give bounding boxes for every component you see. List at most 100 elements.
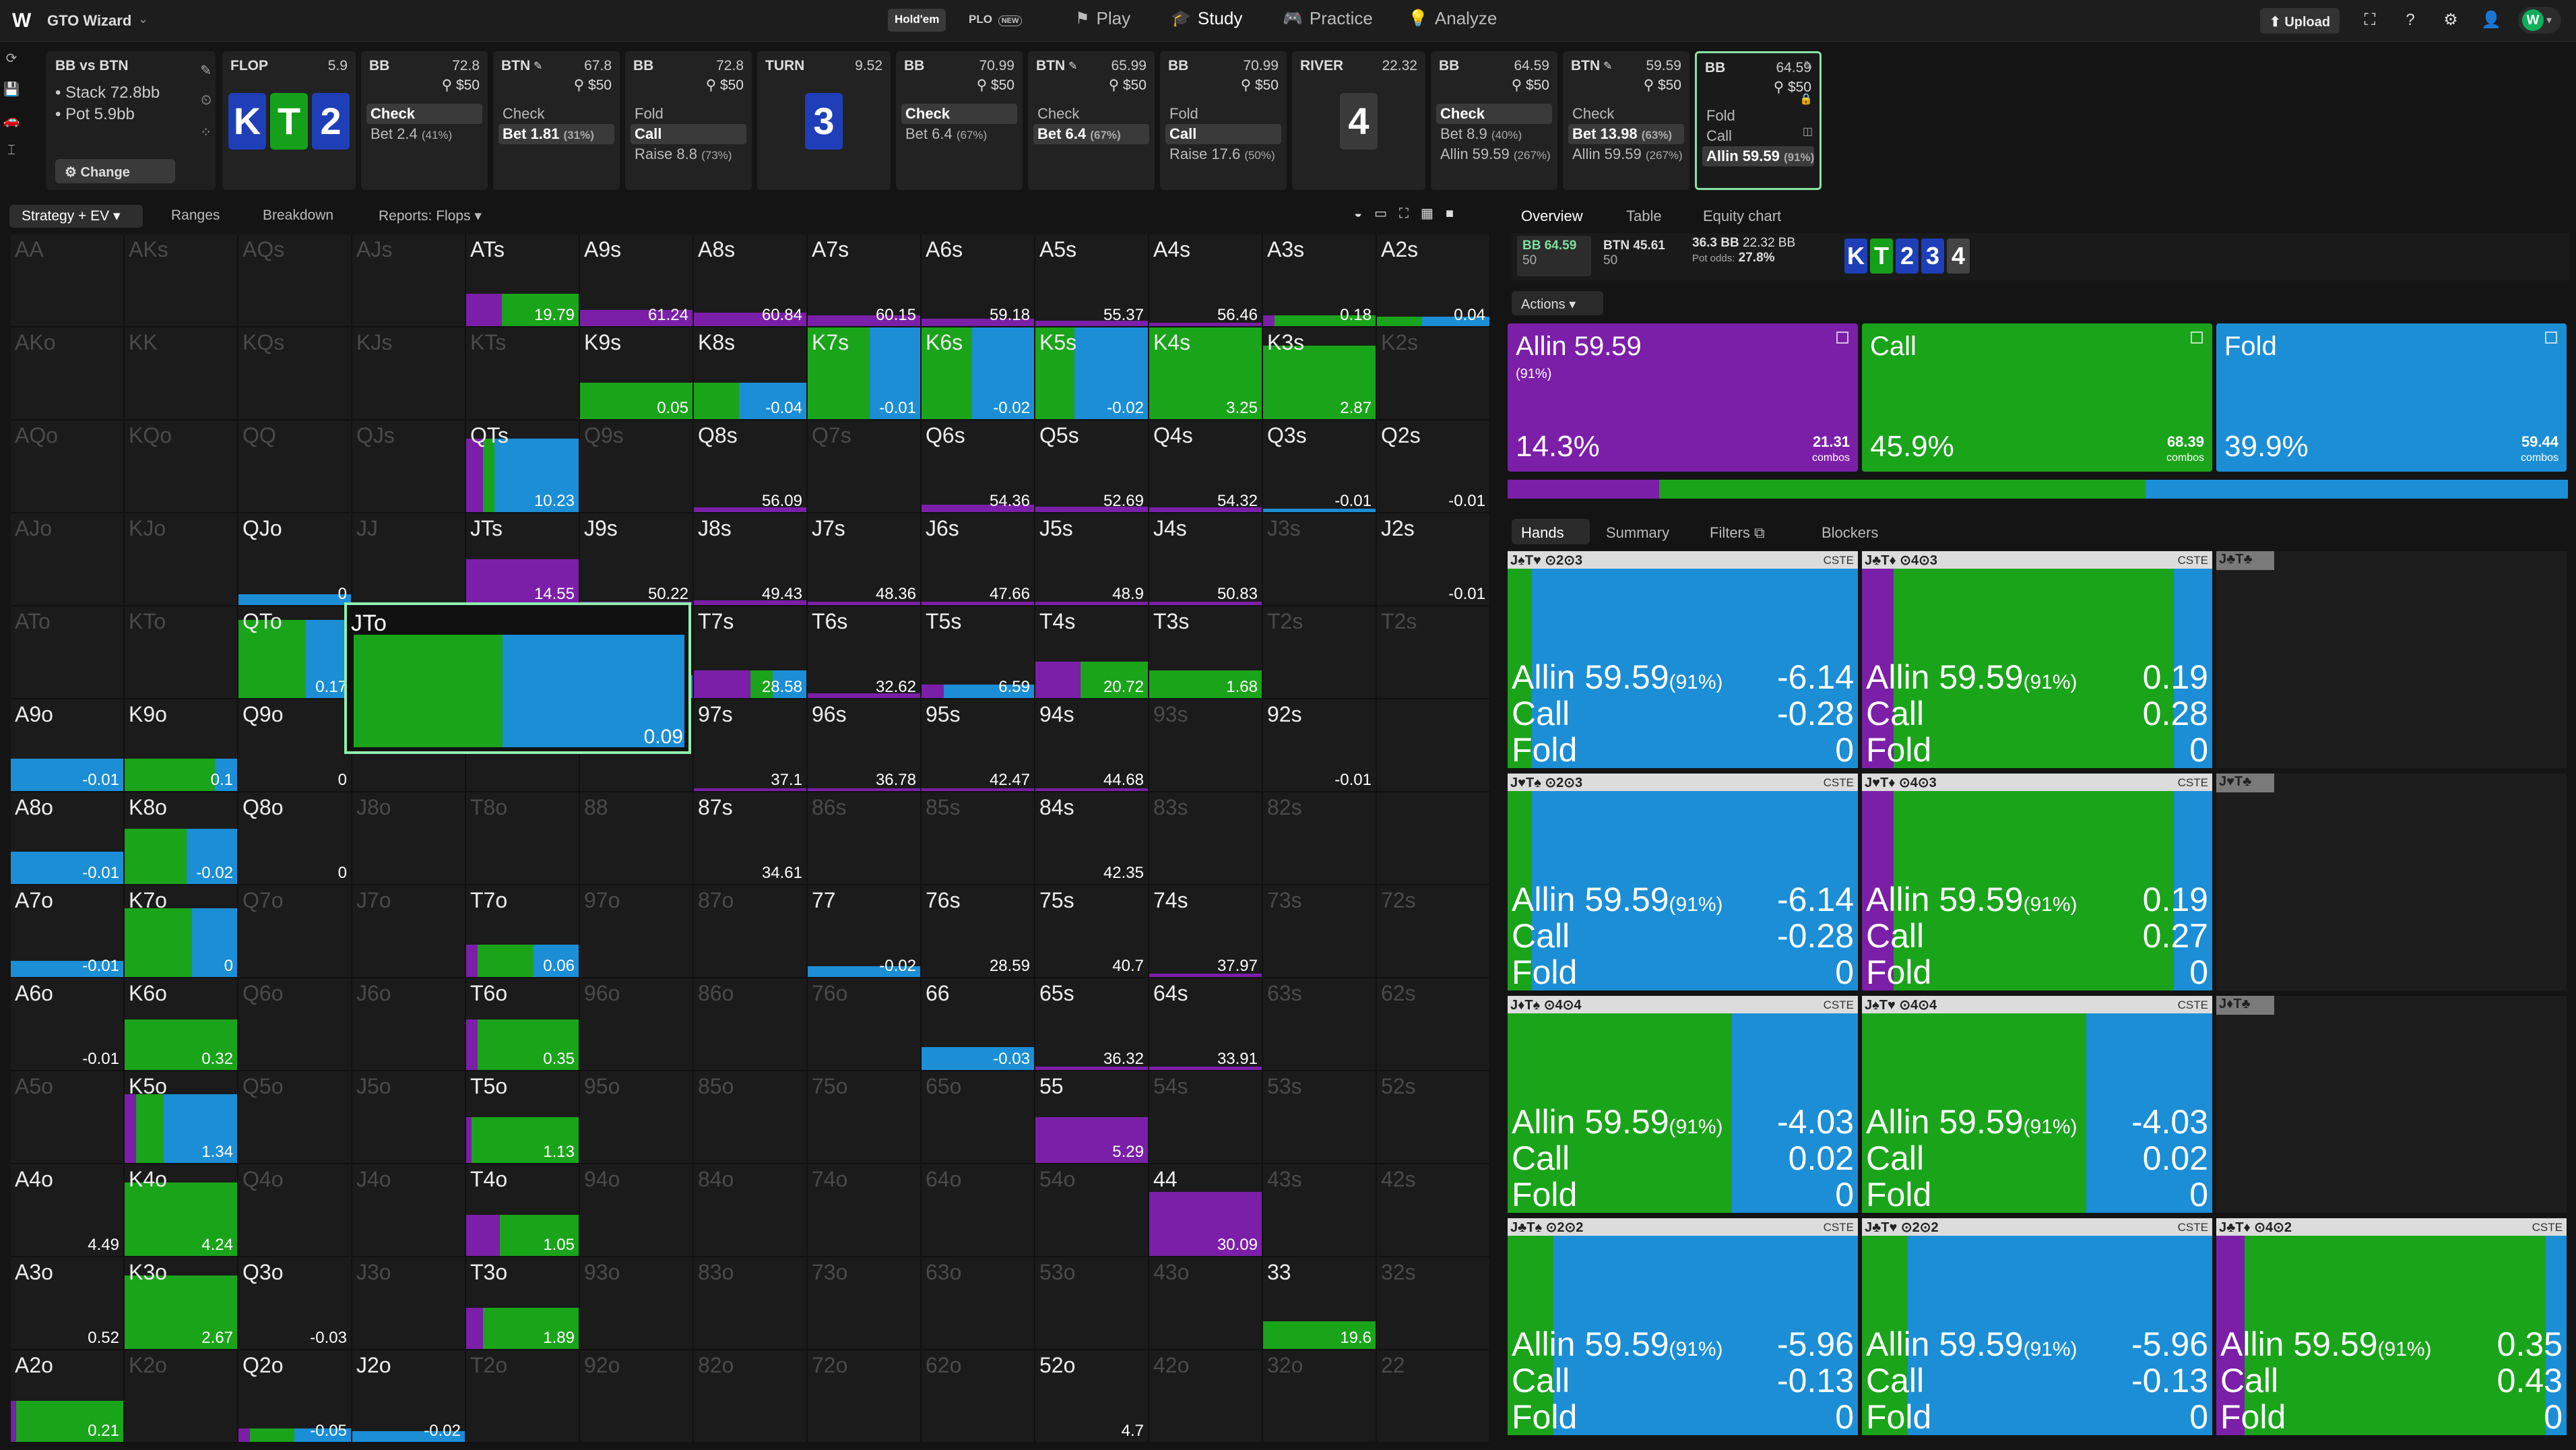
app-logo[interactable]: W <box>12 9 31 32</box>
hand-cell[interactable]: T6s 32.62 <box>808 606 922 699</box>
hand-cell[interactable]: J7o <box>352 885 466 978</box>
hand-cell[interactable]: Q2o -0.05 <box>238 1350 352 1443</box>
hand-cell[interactable]: Q7o <box>238 885 352 978</box>
gear-icon[interactable]: ⚙ <box>2439 8 2463 32</box>
hand-cell[interactable]: Q2s -0.01 <box>1377 420 1491 513</box>
action-node-5[interactable]: BB 70.99 ⚲ $50 Check Bet 6.4 (67%) <box>896 51 1023 190</box>
hand-cell[interactable]: Q4o <box>238 1164 352 1257</box>
hand-cell[interactable]: J5o <box>352 1071 466 1164</box>
hand-cell[interactable]: J8o <box>352 792 466 885</box>
hand-cell[interactable]: QTs 10.23 <box>466 420 580 513</box>
action-option[interactable]: Call <box>1702 126 1814 146</box>
hand-cell[interactable]: Q3s -0.01 <box>1263 420 1377 513</box>
hand-cell[interactable]: 94s 44.68 <box>1035 699 1149 792</box>
hand-cell[interactable]: 85s <box>922 792 1035 885</box>
hand-combo-card[interactable]: J♠T♥ ⊙4⊙4 CSTE Allin 59.59(91%) -4.03 Call… <box>1862 996 2212 1213</box>
action-node-7[interactable]: BB 70.99 ⚲ $50 Fold Call Raise 17.6 (50%) <box>1160 51 1287 190</box>
hand-cell[interactable]: 54s <box>1149 1071 1263 1164</box>
hand-cell[interactable]: KJs <box>352 327 466 420</box>
hand-cell[interactable]: AQs <box>238 234 352 327</box>
action-option[interactable]: Call <box>1165 124 1281 144</box>
hand-cell[interactable]: J9s 50.22 <box>580 513 694 606</box>
hand-cell[interactable]: AJs <box>352 234 466 327</box>
hand-cell[interactable]: 52o 4.7 <box>1035 1350 1149 1443</box>
hand-cell[interactable]: T5s 6.59 <box>922 606 1035 699</box>
edit-icon[interactable]: ✎ <box>534 59 542 73</box>
action-card-allin[interactable]: Allin 59.59 (91%) 14.3% 21.31 combos <box>1508 323 1858 472</box>
hand-cell[interactable]: 94o <box>580 1164 694 1257</box>
action-node-10[interactable]: BTN ✎ 59.59 ⚲ $50 Check Bet 13.98 (63%) Al… <box>1563 51 1689 190</box>
dots-icon[interactable]: ⁘ <box>200 124 212 141</box>
hand-cell[interactable]: KK <box>125 327 238 420</box>
expand-icon[interactable] <box>2545 332 2557 344</box>
hand-cell[interactable]: A8s 60.84 <box>694 234 808 327</box>
hand-cell[interactable]: 64s 33.91 <box>1149 978 1263 1071</box>
hand-cell[interactable]: T5o 1.13 <box>466 1071 580 1164</box>
hand-combo-empty[interactable]: J♣T♣ <box>2216 551 2567 768</box>
hand-cell[interactable]: 74o <box>808 1164 922 1257</box>
chevron-down-icon[interactable]: ⌄ <box>138 12 148 26</box>
expand-icon[interactable] <box>2191 332 2203 344</box>
hand-cell[interactable]: 63o <box>922 1257 1035 1350</box>
hand-cell[interactable]: 43o <box>1149 1257 1263 1350</box>
hand-cell[interactable]: KTs <box>466 327 580 420</box>
action-option[interactable]: Bet 2.4 (41%) <box>366 124 482 144</box>
hand-cell[interactable]: T2o <box>466 1350 580 1443</box>
action-option[interactable]: Check <box>1436 104 1552 124</box>
hand-cell[interactable]: KTo <box>125 606 238 699</box>
hand-cell[interactable]: A4s 56.46 <box>1149 234 1263 327</box>
hand-cell[interactable]: K3s 2.87 <box>1263 327 1377 420</box>
action-option[interactable]: Raise 17.6 (50%) <box>1165 144 1281 164</box>
hand-cell[interactable]: 65o <box>922 1071 1035 1164</box>
hand-cell[interactable]: AKo <box>11 327 125 420</box>
hand-combo-card[interactable]: J♦T♠ ⊙4⊙4 CSTE Allin 59.59(91%) -4.03 Call… <box>1508 996 1858 1213</box>
hand-cell[interactable]: 33 19.6 <box>1263 1257 1377 1350</box>
hand-cell[interactable]: 82s <box>1263 792 1377 885</box>
hand-cell[interactable]: 93o <box>580 1257 694 1350</box>
edit-icon[interactable]: ✎ <box>1068 59 1077 73</box>
hand-cell[interactable]: 75s 40.7 <box>1035 885 1149 978</box>
hand-combo-card[interactable]: J♥T♠ ⊙2⊙3 CSTE Allin 59.59(91%) -6.14 Call… <box>1508 774 1858 990</box>
hand-cell[interactable]: 64o <box>922 1164 1035 1257</box>
app-name[interactable]: GTO Wizard <box>47 12 131 30</box>
action-option[interactable]: Fold <box>1702 106 1814 126</box>
hand-cell[interactable]: KQs <box>238 327 352 420</box>
hand-cell[interactable]: T7o 0.06 <box>466 885 580 978</box>
hand-cell[interactable]: 42o <box>1149 1350 1263 1443</box>
hand-cell[interactable] <box>1377 699 1491 792</box>
hand-combo-empty[interactable]: J♦T♣ <box>2216 996 2567 1213</box>
nav-practice[interactable]: 🎮 Practice <box>1283 8 1373 29</box>
hand-cell[interactable]: 62s <box>1377 978 1491 1071</box>
hand-cell[interactable]: 53s <box>1263 1071 1377 1164</box>
hand-cell[interactable]: K4o 4.24 <box>125 1164 238 1257</box>
hand-cell[interactable]: A7s 60.15 <box>808 234 922 327</box>
hand-cell[interactable]: K9s 0.05 <box>580 327 694 420</box>
hand-cell[interactable]: Q5o <box>238 1071 352 1164</box>
hand-cell[interactable]: A5s 55.37 <box>1035 234 1149 327</box>
tab-breakdown[interactable]: Breakdown <box>263 208 333 224</box>
hovered-hand-zoom[interactable]: JTo 0.09 <box>344 602 691 755</box>
action-node-9[interactable]: BB 64.59 ⚲ $50 Check Bet 8.9 (40%) Allin 5… <box>1431 51 1557 190</box>
hand-cell[interactable]: 93s <box>1149 699 1263 792</box>
hand-cell[interactable]: A6o -0.01 <box>11 978 125 1071</box>
tab-reports[interactable]: Reports: Flops ▾ <box>379 208 482 224</box>
action-option[interactable]: Bet 8.9 (40%) <box>1436 124 1552 144</box>
tab-holdem[interactable]: Hold'em <box>888 9 946 32</box>
hand-cell[interactable]: K3o 2.67 <box>125 1257 238 1350</box>
hand-cell[interactable]: 73o <box>808 1257 922 1350</box>
hand-combo-card[interactable]: J♣T♦ ⊙4⊙3 CSTE Allin 59.59(91%) 0.19 Call 0… <box>1862 551 2212 768</box>
hand-cell[interactable]: Q5s 52.69 <box>1035 420 1149 513</box>
nav-analyze[interactable]: 💡 Analyze <box>1408 8 1497 29</box>
tab-hands[interactable]: Hands <box>1521 524 1564 542</box>
hand-cell[interactable]: J8s 49.43 <box>694 513 808 606</box>
hand-cell[interactable]: Q4s 54.32 <box>1149 420 1263 513</box>
hand-cell[interactable]: J7s 48.36 <box>808 513 922 606</box>
hand-cell[interactable]: 77 -0.02 <box>808 885 922 978</box>
hand-cell[interactable]: QJo 0 <box>238 513 352 606</box>
hand-cell[interactable]: 76s 28.59 <box>922 885 1035 978</box>
hand-cell[interactable]: J2s -0.01 <box>1377 513 1491 606</box>
view-mode-icons[interactable]: ◒▭⛶▦■ <box>1354 205 1466 222</box>
tab-overview[interactable]: Overview <box>1521 208 1583 225</box>
street-turn[interactable]: TURN 9.52 3 <box>757 51 891 190</box>
expand-icon[interactable] <box>1836 332 1848 344</box>
